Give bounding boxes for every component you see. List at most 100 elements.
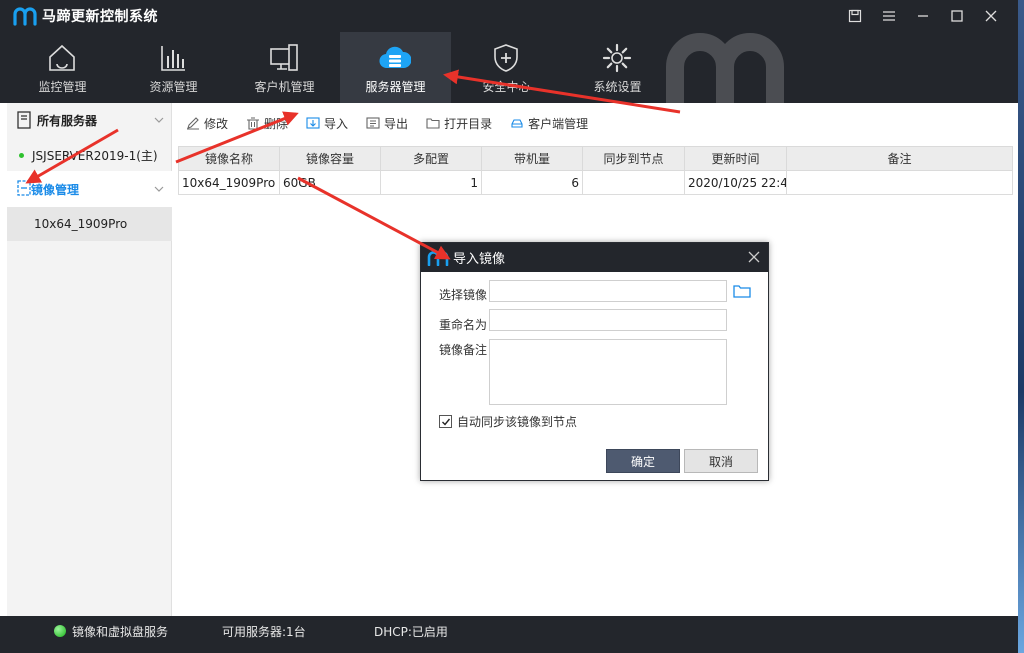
close-icon[interactable] xyxy=(974,0,1008,32)
checkmark-icon xyxy=(441,418,450,426)
sidebar-item-mirror[interactable]: 10x64_1909Pro xyxy=(7,207,172,241)
app-window: 马蹄更新控制系统 监控管理 资源管理 客户机管理 服务器管理 安全中心 系统设置… xyxy=(0,0,1018,653)
app-title: 马蹄更新控制系统 xyxy=(42,9,158,25)
import-icon xyxy=(306,117,320,129)
dhcp-status-label: DHCP:已启用 xyxy=(374,624,448,639)
service-status: 镜像和虚拟盘服务 xyxy=(54,616,168,646)
sidebar-server-label: JSJSERVER2019-1(主) xyxy=(32,148,158,163)
cell-capacity: 6 xyxy=(481,170,583,195)
edit-label: 修改 xyxy=(204,116,229,131)
drive-icon xyxy=(511,119,523,128)
nav-settings-label: 系统设置 xyxy=(593,80,642,94)
export-label: 导出 xyxy=(384,116,409,131)
open-directory-label: 打开目录 xyxy=(444,116,493,131)
close-icon[interactable] xyxy=(746,249,762,265)
monitor-icon xyxy=(268,42,300,74)
select-mirror-input[interactable] xyxy=(489,280,727,302)
cancel-button[interactable]: 取消 xyxy=(684,449,758,473)
sidebar-mirror-mgmt-label: 镜像管理 xyxy=(31,182,80,197)
cell-note xyxy=(786,170,1013,195)
nav-monitor-label: 监控管理 xyxy=(38,80,87,94)
window-controls xyxy=(838,0,1008,32)
edit-button[interactable]: 修改 xyxy=(186,115,228,132)
auto-sync-checkbox-row[interactable]: 自动同步该镜像到节点 xyxy=(439,413,577,430)
column-header[interactable]: 镜像容量 xyxy=(279,146,381,171)
service-status-label: 镜像和虚拟盘服务 xyxy=(72,624,169,639)
cell-multi-config: 1 xyxy=(380,170,482,195)
cell-name: 10x64_1909Pro xyxy=(178,170,280,195)
column-header[interactable]: 镜像名称 xyxy=(178,146,280,171)
menu-icon[interactable] xyxy=(872,0,906,32)
mirror-table: 镜像名称 镜像容量 多配置 带机量 同步到节点 更新时间 备注 10x64_19… xyxy=(178,146,1013,195)
gear-icon xyxy=(601,42,633,74)
brand-watermark-icon xyxy=(655,32,795,103)
chevron-down-icon[interactable] xyxy=(154,171,164,207)
sidebar-all-servers-label: 所有服务器 xyxy=(37,113,98,128)
folder-icon xyxy=(426,118,440,129)
column-header[interactable]: 同步到节点 xyxy=(582,146,685,171)
column-header[interactable]: 备注 xyxy=(786,146,1013,171)
online-status-icon xyxy=(19,152,24,158)
pencil-icon xyxy=(187,117,199,130)
sidebar-group-mirror-mgmt[interactable]: 镜像管理 xyxy=(7,171,172,207)
table-row[interactable]: 10x64_1909Pro 60GB 1 6 2020/10/25 22:41: xyxy=(178,170,1013,195)
column-header[interactable]: 带机量 xyxy=(481,146,583,171)
trash-icon xyxy=(247,117,260,130)
import-label: 导入 xyxy=(324,116,349,131)
mirror-icon xyxy=(17,179,31,200)
sidebar-mirror-item-label: 10x64_1909Pro xyxy=(34,217,128,231)
nav-server[interactable]: 服务器管理 xyxy=(340,32,451,103)
open-directory-button[interactable]: 打开目录 xyxy=(426,115,492,132)
column-header[interactable]: 更新时间 xyxy=(684,146,787,171)
cell-update-time: 2020/10/25 22:41: xyxy=(684,170,787,195)
select-mirror-label: 选择镜像 xyxy=(439,288,488,302)
nav-client-label: 客户机管理 xyxy=(254,80,315,94)
nav-resource-label: 资源管理 xyxy=(149,80,198,94)
confirm-button[interactable]: 确定 xyxy=(606,449,680,473)
app-logo-icon xyxy=(12,6,38,26)
cloud-server-icon xyxy=(379,42,411,74)
mirror-note-textarea[interactable] xyxy=(489,339,727,405)
client-mgmt-button[interactable]: 客户端管理 xyxy=(510,115,588,132)
auto-sync-label: 自动同步该镜像到节点 xyxy=(457,415,578,429)
export-icon xyxy=(366,117,380,129)
nav-server-label: 服务器管理 xyxy=(365,80,426,94)
status-ok-icon xyxy=(54,625,66,637)
minimize-icon[interactable] xyxy=(906,0,940,32)
auto-sync-checkbox[interactable] xyxy=(439,415,452,428)
shield-icon xyxy=(490,42,522,74)
nav-monitor[interactable]: 监控管理 xyxy=(7,32,118,103)
rename-input[interactable] xyxy=(489,309,727,331)
dhcp-status: DHCP:已启用 xyxy=(374,616,448,646)
nav-security-label: 安全中心 xyxy=(482,80,531,94)
server-count-label: 可用服务器:1台 xyxy=(222,624,306,639)
main-navigation: 监控管理 资源管理 客户机管理 服务器管理 安全中心 系统设置 xyxy=(0,32,1018,103)
save-icon[interactable] xyxy=(838,0,872,32)
delete-label: 删除 xyxy=(264,116,289,131)
client-mgmt-label: 客户端管理 xyxy=(528,116,589,131)
import-button[interactable]: 导入 xyxy=(306,115,348,132)
column-header[interactable]: 多配置 xyxy=(380,146,482,171)
app-logo-icon xyxy=(427,250,449,266)
server-icon xyxy=(17,111,31,129)
toolbar: 修改 删除 导入 导出 打开目录 客户端管理 xyxy=(178,108,1018,138)
import-mirror-dialog: 导入镜像 选择镜像 重命名为 镜像备注 自动同步该镜像到节点 确定 取消 xyxy=(420,242,769,481)
maximize-icon[interactable] xyxy=(940,0,974,32)
export-button[interactable]: 导出 xyxy=(366,115,408,132)
nav-resource[interactable]: 资源管理 xyxy=(118,32,229,103)
sidebar-item-server[interactable]: JSJSERVER2019-1(主) xyxy=(7,141,172,169)
nav-settings[interactable]: 系统设置 xyxy=(562,32,673,103)
sidebar-group-all-servers[interactable]: 所有服务器 xyxy=(7,103,172,137)
nav-security[interactable]: 安全中心 xyxy=(451,32,562,103)
home-icon xyxy=(46,42,78,74)
cell-size: 60GB xyxy=(279,170,381,195)
nav-client[interactable]: 客户机管理 xyxy=(229,32,340,103)
cell-sync-node xyxy=(582,170,685,195)
chevron-down-icon[interactable] xyxy=(154,103,164,137)
mirror-note-label: 镜像备注 xyxy=(439,343,488,357)
dialog-title: 导入镜像 xyxy=(453,252,506,267)
rename-label: 重命名为 xyxy=(439,318,488,332)
folder-icon[interactable] xyxy=(733,283,751,299)
delete-button[interactable]: 删除 xyxy=(246,115,288,132)
dialog-title-bar: 导入镜像 xyxy=(421,243,768,272)
